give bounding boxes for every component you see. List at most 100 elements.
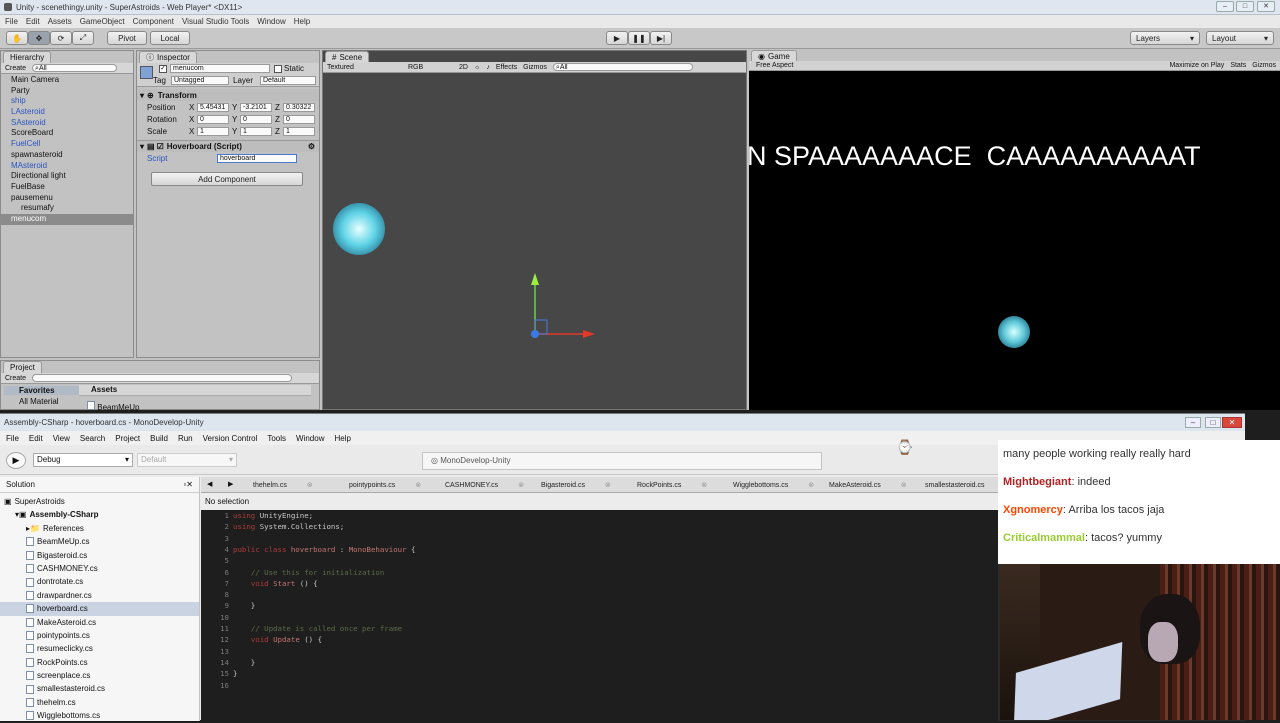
layer-dropdown[interactable]: Default: [260, 76, 316, 85]
play-button[interactable]: ▶: [606, 31, 628, 45]
scale-y-field[interactable]: 1: [240, 126, 272, 136]
md-menu-item-run[interactable]: Run: [178, 434, 193, 443]
md-menu-item-tools[interactable]: Tools: [267, 434, 286, 443]
local-toggle[interactable]: Local: [150, 31, 190, 45]
effects-dropdown[interactable]: Effects: [496, 64, 517, 71]
maximize-button[interactable]: □: [1236, 1, 1254, 12]
solution-tree-item[interactable]: ▸📁 References: [0, 522, 199, 535]
layout-dropdown[interactable]: Layout ▾: [1206, 31, 1274, 45]
editor-tab[interactable]: Wigglebottoms.cs ⊗: [733, 479, 814, 493]
solution-tree-item[interactable]: CASHMONEY.cs: [0, 562, 199, 575]
hierarchy-item[interactable]: Party: [1, 86, 133, 97]
tag-dropdown[interactable]: Untagged: [171, 76, 229, 85]
solution-tree-item[interactable]: BeamMeUp.cs: [0, 535, 199, 548]
md-menu-item-view[interactable]: View: [53, 434, 70, 443]
stats-toggle[interactable]: Stats: [1230, 62, 1246, 69]
md-menu-item-file[interactable]: File: [6, 434, 19, 443]
md-menu-item-edit[interactable]: Edit: [29, 434, 43, 443]
layers-dropdown[interactable]: Layers ▾: [1130, 31, 1200, 45]
run-button[interactable]: ▶: [6, 452, 26, 469]
component-enabled-checkbox[interactable]: ☑: [157, 142, 164, 151]
menu-item-help[interactable]: Help: [294, 17, 310, 26]
gizmos-dropdown[interactable]: Gizmos: [523, 64, 547, 71]
menu-item-edit[interactable]: Edit: [26, 17, 40, 26]
menu-item-assets[interactable]: Assets: [48, 17, 72, 26]
code-editor[interactable]: 1 using UnityEngine; 2 using System.Collect…: [201, 510, 998, 721]
hierarchy-item[interactable]: FuelCell: [1, 139, 133, 150]
editor-tab[interactable]: MakeAsteroid.cs ⊗: [829, 479, 907, 493]
md-close-button[interactable]: ✕: [1222, 417, 1242, 428]
md-menu-item-help[interactable]: Help: [334, 434, 350, 443]
hierarchy-item[interactable]: menucom: [1, 213, 133, 225]
md-menu-item-project[interactable]: Project: [115, 434, 140, 443]
move-gizmo[interactable]: [523, 271, 603, 341]
tab-scroll-right-icon[interactable]: ▶: [228, 480, 233, 488]
editor-tab[interactable]: RockPoints.cs ⊗: [637, 479, 707, 493]
platform-dropdown[interactable]: Default ▾: [137, 453, 237, 467]
close-tab-icon[interactable]: ⊗: [603, 482, 611, 489]
scene-search-input[interactable]: ⌕All: [552, 63, 693, 71]
all-material-item[interactable]: All Material: [19, 397, 59, 406]
md-menu-item-version-control[interactable]: Version Control: [203, 434, 258, 443]
tab-hierarchy[interactable]: Hierarchy: [3, 51, 52, 63]
hoverboard-sprite[interactable]: [333, 203, 385, 255]
close-tab-icon[interactable]: ⊗: [806, 482, 814, 489]
shading-dropdown[interactable]: Textured: [327, 64, 402, 71]
solution-tree-item[interactable]: pointypoints.cs: [0, 629, 199, 642]
2d-toggle[interactable]: 2D: [459, 64, 468, 71]
maximize-on-play-toggle[interactable]: Maximize on Play: [1169, 62, 1224, 69]
close-tab-icon[interactable]: ⊗: [899, 482, 907, 489]
tab-inspector[interactable]: ⓘ Inspector: [139, 51, 197, 63]
static-checkbox[interactable]: [274, 65, 282, 73]
hand-tool-button[interactable]: ✋: [6, 31, 28, 45]
solution-tree-item[interactable]: MakeAsteroid.cs: [0, 616, 199, 629]
asset-item[interactable]: BeamMeUp: [87, 401, 139, 412]
script-component-header[interactable]: ▾ ▤ ☑ Hoverboard (Script) ⚙: [137, 140, 319, 152]
md-menu-item-window[interactable]: Window: [296, 434, 324, 443]
project-create-dropdown[interactable]: Create: [5, 375, 26, 382]
pause-button[interactable]: ❚❚: [628, 31, 650, 45]
md-menu-item-build[interactable]: Build: [150, 434, 168, 443]
step-button[interactable]: ▶|: [650, 31, 672, 45]
solution-tree-item[interactable]: smallestasteroid.cs: [0, 682, 199, 695]
editor-tab[interactable]: Bigasteroid.cs ⊗: [541, 479, 611, 493]
hierarchy-item[interactable]: SAsteroid: [1, 118, 133, 129]
scene-view[interactable]: # Scene Textured RGB 2D ☼ ♪ Effects Gizmo…: [322, 50, 747, 410]
close-tab-icon[interactable]: ⊗: [699, 482, 707, 489]
hierarchy-item[interactable]: spawnasteroid: [1, 150, 133, 161]
add-component-button[interactable]: Add Component: [151, 172, 303, 186]
active-checkbox[interactable]: ✓: [159, 65, 167, 73]
transform-header[interactable]: ▾ ⊕ Transform: [137, 89, 319, 101]
rotate-tool-button[interactable]: ⟳: [50, 31, 72, 45]
solution-tree-item[interactable]: ▣ SuperAstroids: [0, 495, 199, 508]
favorites-header[interactable]: Favorites: [4, 386, 79, 395]
rotation-z-field[interactable]: 0: [283, 114, 315, 124]
hierarchy-item[interactable]: ScoreBoard: [1, 128, 133, 139]
editor-tab[interactable]: thehelm.cs ⊗: [253, 479, 313, 493]
close-pad-icon[interactable]: ▫✕: [183, 480, 193, 489]
close-tab-icon[interactable]: ⊗: [305, 482, 313, 489]
hierarchy-item[interactable]: LAsteroid: [1, 107, 133, 118]
tab-project[interactable]: Project: [3, 361, 42, 373]
assets-breadcrumb[interactable]: Assets: [79, 385, 311, 396]
object-name-field[interactable]: menucom: [170, 64, 270, 73]
hierarchy-search-input[interactable]: ⌕All: [32, 64, 118, 72]
scale-tool-button[interactable]: ⤢: [72, 31, 94, 45]
position-x-field[interactable]: 5.45431: [197, 102, 229, 112]
scale-z-field[interactable]: 1: [283, 126, 315, 136]
solution-tree-item[interactable]: screenplace.cs: [0, 669, 199, 682]
editor-tab[interactable]: CASHMONEY.cs ⊗: [445, 479, 524, 493]
position-z-field[interactable]: 0.30322: [283, 102, 315, 112]
hierarchy-item[interactable]: pausemenu: [1, 193, 133, 204]
hierarchy-item[interactable]: resumafy: [1, 203, 133, 214]
editor-tab[interactable]: pointypoints.cs ⊗: [349, 479, 421, 493]
game-gizmos-dropdown[interactable]: Gizmos: [1252, 62, 1280, 69]
scale-x-field[interactable]: 1: [197, 126, 229, 136]
hierarchy-item[interactable]: FuelBase: [1, 182, 133, 193]
close-button[interactable]: ✕: [1257, 1, 1275, 12]
close-tab-icon[interactable]: ⊗: [516, 482, 524, 489]
game-view[interactable]: ◉ Game Free Aspect Maximize on Play Stats…: [747, 50, 1280, 410]
solution-tree-item[interactable]: hoverboard.cs: [0, 602, 199, 616]
solution-tree-item[interactable]: dontrotate.cs: [0, 575, 199, 588]
solution-tree-item[interactable]: RockPoints.cs: [0, 656, 199, 669]
